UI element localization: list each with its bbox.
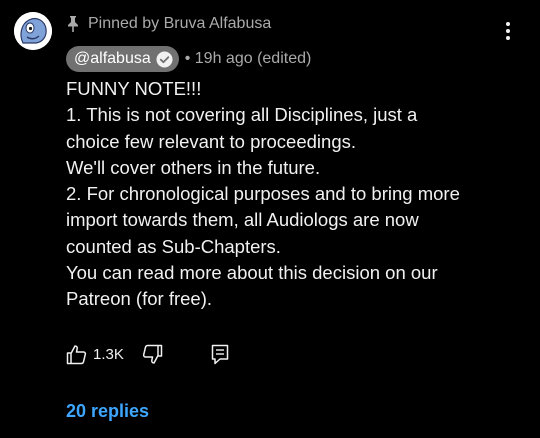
reply-comment-icon <box>211 344 229 364</box>
comment-body: FUNNY NOTE!!! 1. This is not covering al… <box>66 76 526 313</box>
thumbs-down-icon <box>142 344 163 364</box>
pin-icon <box>66 15 80 33</box>
pinned-label: Pinned by Bruva Alfabusa <box>88 15 272 32</box>
reply-button[interactable] <box>211 344 229 365</box>
dislike-button[interactable] <box>142 344 163 365</box>
comment-body-line: We'll cover others in the future. <box>66 156 321 178</box>
comment-actions: 1.3K <box>66 342 229 366</box>
pinned-indicator: Pinned by Bruva Alfabusa <box>66 13 271 35</box>
pinned-comment: Pinned by Bruva Alfabusa @alfabusa • 19h… <box>0 0 540 438</box>
avatar[interactable] <box>14 12 52 50</box>
comment-body-line: You can read more about this decision on… <box>66 262 438 284</box>
author-handle-chip[interactable]: @alfabusa <box>66 46 179 72</box>
replies-link[interactable]: 20 replies <box>66 401 149 422</box>
comment-body-line: FUNNY NOTE!!! <box>66 78 202 99</box>
verified-check-icon <box>156 51 173 68</box>
thumbs-up-icon <box>66 344 87 364</box>
comment-timestamp: • 19h ago (edited) <box>184 50 312 67</box>
comment-body-line: Patreon (for free). <box>66 288 213 310</box>
comment-meta: @alfabusa • 19h ago (edited) <box>66 46 311 72</box>
comment-body-line: choice few relevant to proceedings. <box>66 130 357 152</box>
comment-body-line: import towards them, all Audiologs are n… <box>66 209 419 231</box>
avatar-image <box>14 12 52 50</box>
comment-body-line: counted as Sub-Chapters. <box>66 235 281 257</box>
author-handle: @alfabusa <box>74 50 151 67</box>
like-count: 1.3K <box>93 345 124 363</box>
comment-body-line: 1. This is not covering all Disciplines,… <box>66 104 418 126</box>
like-button[interactable]: 1.3K <box>66 344 124 365</box>
more-options-button[interactable] <box>496 20 520 42</box>
more-vertical-icon <box>506 22 510 40</box>
comment-body-line: 2. For chronological purposes and to bri… <box>66 183 460 205</box>
